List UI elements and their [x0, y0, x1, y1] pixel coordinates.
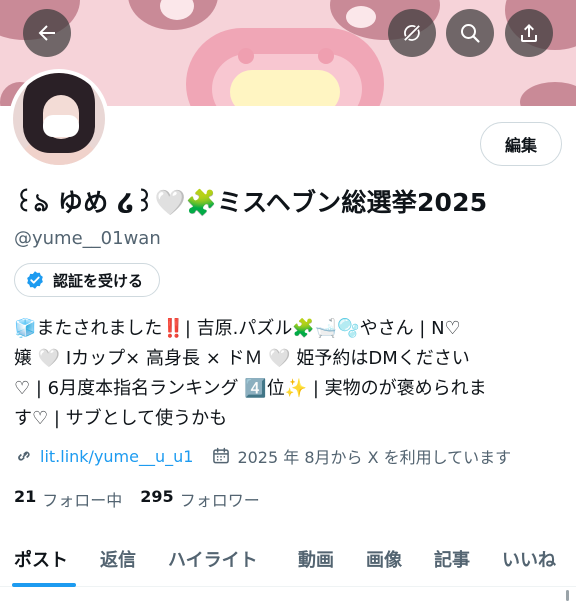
get-verified-label: 認証を受ける [53, 271, 144, 290]
share-button[interactable] [505, 9, 553, 57]
handle: @yume__01wan [14, 228, 161, 249]
active-tab-indicator [12, 583, 76, 587]
tab-label: ポスト [14, 550, 68, 571]
tab-likes[interactable]: いいね [502, 531, 556, 587]
following-link[interactable]: 21 フォロー中 [14, 487, 122, 511]
tab-videos[interactable]: 動画 [298, 531, 334, 587]
banner-decoration [520, 82, 576, 106]
tab-highlights[interactable]: ハイライト [168, 531, 258, 587]
verified-badge-icon [27, 271, 43, 289]
bio-line: 🧊またされました‼️| 吉原.パズル🧩🛁🫧やさん | N♡ [14, 318, 461, 339]
tab-articles[interactable]: 記事 [434, 531, 470, 587]
edit-profile-button[interactable]: 編集 [480, 122, 562, 166]
banner-decoration [318, 48, 334, 64]
scrollbar[interactable] [566, 590, 569, 601]
tab-posts[interactable]: ポスト [12, 531, 76, 587]
followers-label: フォロワー [179, 491, 260, 510]
get-verified-button[interactable]: 認証を受ける [14, 263, 161, 297]
tab-label: 画像 [366, 550, 402, 571]
tab-replies[interactable]: 返信 [100, 531, 136, 587]
tab-label: いいね [502, 550, 556, 571]
tab-label: 記事 [434, 550, 470, 571]
refresh-off-icon [404, 25, 420, 41]
link-icon [18, 451, 30, 461]
profile-meta: lit.link/yume__u_u1 2025 年 8月から X を利用してい… [14, 444, 511, 468]
bio-line: す♡ | サブとして使うかも [14, 408, 228, 429]
bio-line: ♡ | 6月度本指名ランキング 4️⃣位✨ | 実物のが褒められま [14, 378, 487, 399]
follow-stats: 21 フォロー中 295 フォロワー [14, 487, 260, 511]
banner-pacifier-nipple [230, 70, 340, 106]
avatar[interactable] [9, 69, 109, 169]
tab-label: 返信 [100, 550, 136, 571]
banner-decoration [238, 48, 254, 64]
banner-decoration [346, 6, 376, 28]
joined-date: 2025 年 8月から X を利用しています [211, 444, 511, 468]
search-icon [461, 24, 480, 43]
following-label: フォロー中 [42, 491, 123, 510]
profile-tabs: ポスト 返信 ハイライト 動画 画像 記事 いいね [0, 531, 576, 587]
calendar-icon [213, 447, 230, 464]
refresh-button[interactable] [388, 9, 436, 57]
arrow-left-icon [38, 25, 55, 41]
bio-line: 嬢 🤍 Iカップ× 高身長 × ドＭ 🤍 姫予約はDMください [14, 348, 470, 369]
avatar-photo-mask [43, 115, 79, 137]
profile-link-text[interactable]: lit.link/yume__u_u1 [40, 447, 193, 466]
followers-count: 295 [140, 487, 174, 506]
tab-label: 動画 [298, 550, 334, 571]
back-button[interactable] [23, 9, 71, 57]
tab-label: ハイライト [168, 550, 258, 571]
following-count: 21 [14, 487, 37, 506]
display-name: ꒰ঌ ゆめ ໒꒱🤍🧩ミスヘブン総選挙2025 [14, 188, 488, 217]
followers-link[interactable]: 295 フォロワー [140, 487, 259, 511]
tab-media[interactable]: 画像 [366, 531, 402, 587]
share-icon [521, 24, 537, 42]
search-button[interactable] [446, 9, 494, 57]
joined-text: 2025 年 8月から X を利用しています [237, 448, 512, 467]
profile-bio: 🧊またされました‼️| 吉原.パズル🧩🛁🫧やさん | N♡ 嬢 🤍 Iカップ× … [14, 314, 562, 434]
avatar-photo [13, 73, 105, 165]
profile-link[interactable]: lit.link/yume__u_u1 [14, 446, 211, 466]
